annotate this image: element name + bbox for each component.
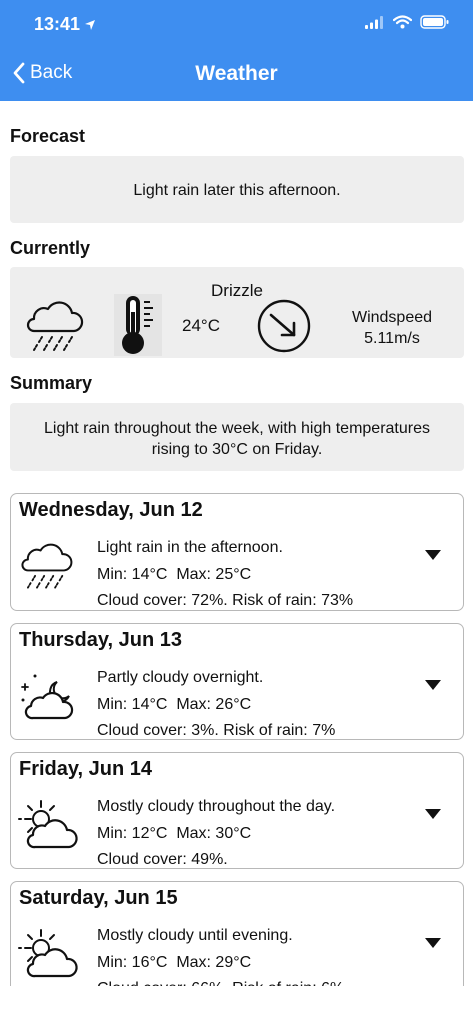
day-detail: Cloud cover: 72%. Risk of rain: 73% [97, 592, 354, 609]
forecast-text: Light rain later this afternoon. [133, 182, 341, 199]
summary-panel: Light rain throughout the week, with hig… [10, 403, 464, 471]
currently-heading: Currently [10, 238, 91, 258]
summary-line-1: Light rain throughout the week, with hig… [43, 420, 430, 437]
day-summary: Light rain in the afternoon. [97, 539, 283, 556]
day-title: Saturday, Jun 15 [19, 887, 178, 909]
expand-caret-icon[interactable] [425, 938, 441, 948]
summary-text: Light rain throughout the week, with hig… [24, 418, 450, 460]
summary-heading: Summary [10, 373, 93, 393]
day-card-wednesday[interactable]: Wednesday, Jun 12 Light rain in the afte… [10, 493, 464, 611]
day-title: Wednesday, Jun 12 [19, 499, 203, 521]
signal-icon [365, 15, 383, 29]
wind-label: Windspeed [351, 309, 433, 326]
bottom-safe-area [0, 986, 473, 1024]
day-title: Friday, Jun 14 [19, 758, 153, 780]
day-card-friday[interactable]: Friday, Jun 14 Mostly cloudy throughout … [10, 752, 464, 869]
nav-header: 13:41 Back Weather [0, 0, 473, 101]
day-card-saturday[interactable]: Saturday, Jun 15 Mostly cloudy until eve… [10, 881, 464, 1001]
day-details: Mostly cloudy throughout the day. Min: 1… [97, 794, 336, 868]
day-title: Thursday, Jun 13 [19, 629, 183, 651]
summary-line-2: rising to 30°C on Friday. [151, 441, 323, 458]
wind-direction-icon [257, 299, 311, 353]
thermometer-icon [114, 294, 162, 356]
current-temperature: 24°C [182, 316, 220, 335]
expand-caret-icon[interactable] [425, 809, 441, 819]
expand-caret-icon[interactable] [425, 550, 441, 560]
day-details: Partly cloudy overnight. Min: 14°C Max: … [97, 665, 336, 739]
day-card-thursday[interactable]: Thursday, Jun 13 Partly cloudy overnight… [10, 623, 464, 740]
status-time-label: 13:41 [34, 14, 81, 34]
status-indicators [365, 15, 449, 29]
page-title: Weather [195, 62, 278, 85]
day-minmax: Min: 12°C Max: 30°C [97, 824, 252, 842]
day-summary: Partly cloudy overnight. [97, 669, 264, 686]
day-detail: Cloud cover: 49%. [97, 851, 228, 868]
forecast-panel: Light rain later this afternoon. [10, 156, 464, 223]
day-minmax: Min: 16°C Max: 29°C [97, 953, 252, 971]
battery-icon [420, 15, 449, 29]
wind-readout: Windspeed 5.11m/s [332, 307, 452, 349]
partly-cloudy-day-icon [18, 929, 78, 978]
status-time: 13:41 [34, 14, 96, 35]
expand-caret-icon[interactable] [425, 680, 441, 690]
currently-panel: Drizzle 24°C Windspeed 5.11m/s [10, 267, 464, 358]
forecast-heading: Forecast [10, 126, 86, 146]
day-details: Light rain in the afternoon. Min: 14°C M… [97, 535, 354, 610]
wind-value: 5.11m/s [364, 330, 420, 347]
location-arrow-icon [85, 19, 96, 30]
day-summary: Mostly cloudy throughout the day. [97, 798, 336, 815]
day-detail: Cloud cover: 3%. Risk of rain: 7% [97, 722, 336, 739]
day-summary: Mostly cloudy until evening. [97, 927, 293, 944]
partly-cloudy-day-icon [18, 800, 78, 849]
wifi-icon [393, 15, 412, 29]
rain-cloud-icon [26, 301, 84, 351]
partly-cloudy-night-icon [21, 674, 74, 720]
day-minmax: Min: 14°C Max: 26°C [97, 695, 252, 713]
rain-cloud-icon [21, 543, 73, 589]
day-minmax: Min: 14°C Max: 25°C [97, 565, 252, 583]
